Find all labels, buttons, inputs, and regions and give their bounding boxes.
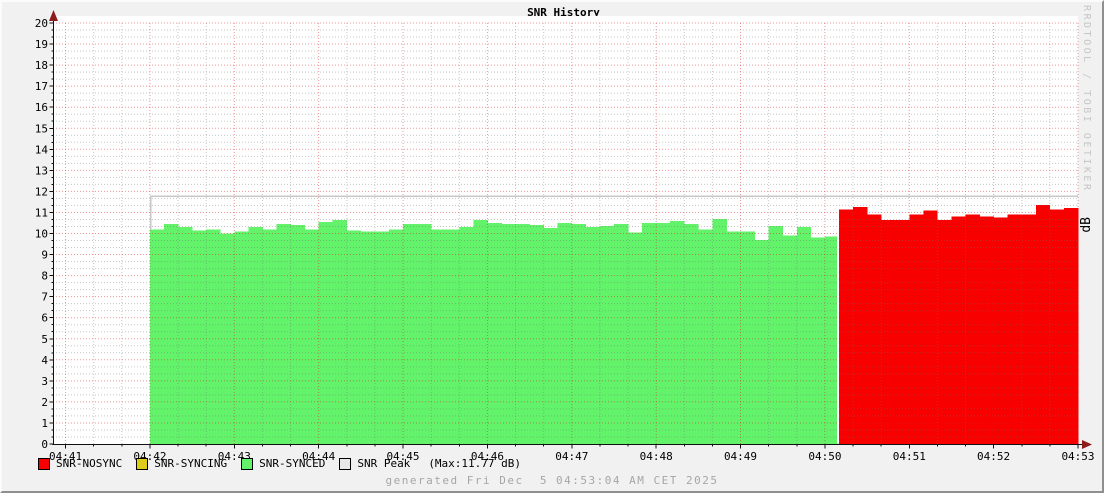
y-tick-label: 18	[35, 59, 48, 72]
series-gap	[837, 191, 840, 444]
y-tick-label: 0	[41, 438, 48, 451]
legend: SNR-NOSYNC SNR-SYNCING SNR-SYNCED SNR Peak (…	[38, 457, 521, 470]
legend-label: SNR-NOSYNC	[56, 457, 123, 470]
x-tick-label: 04:52	[977, 450, 1010, 463]
bar	[248, 227, 263, 444]
bar	[656, 223, 671, 444]
rrdtool-graph: SNR History 0 1 2 3 4 5 6 7 8 9 10 11 12 13 14 15 16 17 18…	[0, 0, 1104, 493]
bar	[318, 221, 334, 444]
y-tick-label: 6	[41, 312, 48, 325]
legend-label: SNR-SYNCING	[154, 457, 228, 470]
bar	[459, 227, 474, 444]
bar	[740, 231, 755, 444]
legend-swatch	[136, 457, 149, 470]
bar	[782, 235, 798, 444]
legend-item-snr-peak: SNR Peak	[339, 457, 410, 470]
bar	[1021, 214, 1037, 444]
y-tick-label: 7	[41, 291, 48, 304]
bar	[614, 224, 629, 444]
bar	[403, 224, 418, 444]
y-tick-label: 19	[35, 38, 48, 51]
bar	[979, 216, 994, 444]
legend-item-snr-synced: SNR-SYNCED	[241, 457, 325, 470]
legend-swatch	[339, 457, 352, 470]
series-snr-nosync	[839, 205, 1079, 444]
bar	[768, 226, 783, 444]
bar	[993, 217, 1008, 444]
y-axis-unit-label: dB	[1079, 217, 1094, 233]
bar	[965, 214, 980, 444]
bar	[909, 214, 924, 444]
legend-item-snr-syncing: SNR-SYNCING	[136, 457, 227, 470]
bar	[585, 227, 601, 444]
y-tick-label: 13	[35, 164, 48, 177]
bar	[234, 231, 249, 444]
bar	[796, 227, 812, 444]
legend-label: SNR Peak	[357, 457, 411, 470]
bar	[557, 223, 573, 444]
rrdtool-watermark: RRDTOOL / TOBI OETIKER	[1081, 5, 1092, 193]
legend-item-snr-nosync: SNR-NOSYNC	[38, 457, 122, 470]
bar	[515, 224, 530, 444]
y-axis-arrow	[49, 10, 58, 21]
bar	[867, 214, 882, 444]
bar	[1007, 214, 1023, 444]
bar	[290, 225, 305, 444]
y-tick-label: 16	[35, 101, 48, 114]
bar	[754, 239, 769, 444]
bar	[192, 230, 207, 444]
x-tick-label: 04:53	[1061, 450, 1094, 463]
bar	[417, 224, 432, 444]
y-tick-label: 4	[41, 354, 48, 367]
y-tick-label: 20	[35, 17, 48, 30]
bar	[346, 230, 362, 444]
y-tick-label: 11	[35, 206, 48, 219]
legend-label: SNR-SYNCED	[259, 457, 326, 470]
bar	[487, 223, 502, 444]
snr-history-plot: 0123456789101112131415161718192004:41 04:…	[35, 10, 1095, 463]
y-tick-label: 2	[41, 396, 48, 409]
bar	[571, 224, 587, 444]
y-tick-label: 14	[35, 143, 49, 156]
generated-timestamp: generated Fri Dec 5 04:53:04 AM CET 2025	[385, 474, 719, 487]
x-tick-label: 04:47	[555, 450, 588, 463]
y-tick-label: 3	[41, 375, 48, 388]
bar	[642, 223, 657, 444]
y-tick-label: 15	[35, 122, 48, 135]
legend-swatch	[38, 457, 50, 470]
bar	[360, 231, 376, 444]
x-axis-arrow	[1082, 440, 1092, 449]
bar	[276, 224, 291, 444]
bar	[726, 231, 741, 444]
bar	[529, 225, 544, 444]
bar	[628, 232, 643, 444]
bar	[501, 224, 516, 444]
y-tick-label: 5	[41, 333, 48, 346]
x-tick-label: 04:49	[724, 450, 757, 463]
x-tick-label: 04:50	[808, 450, 841, 463]
bar	[178, 227, 193, 444]
y-tick-label: 12	[35, 185, 48, 198]
y-tick-label: 8	[41, 270, 48, 283]
bar	[164, 224, 179, 444]
y-tick-label: 10	[35, 228, 48, 241]
legend-swatch	[241, 457, 254, 470]
x-tick-label: 04:51	[893, 450, 926, 463]
bar	[599, 226, 615, 444]
y-tick-label: 17	[35, 80, 48, 93]
y-tick-label: 9	[41, 249, 48, 262]
bar	[543, 228, 559, 444]
x-tick-label: 04:48	[640, 450, 673, 463]
bar	[951, 216, 966, 444]
y-tick-label: 1	[41, 417, 48, 430]
bar	[684, 224, 699, 444]
legend-max-note: (Max:11.77 dB)	[428, 457, 522, 470]
bar	[374, 231, 390, 444]
